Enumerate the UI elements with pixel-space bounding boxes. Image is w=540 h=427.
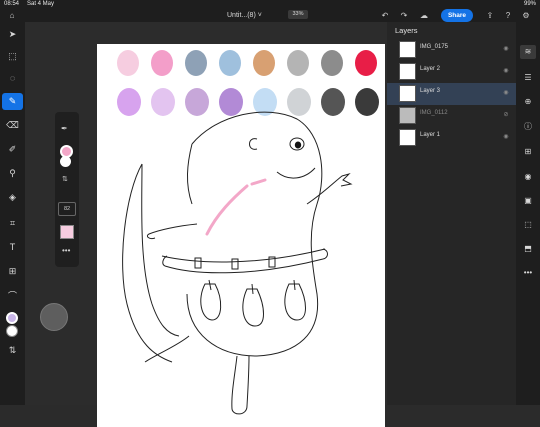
layer-name: Layer 2 bbox=[420, 66, 441, 72]
fill-icon[interactable]: ⬒ bbox=[520, 242, 536, 256]
brush-color-preview[interactable] bbox=[60, 225, 74, 239]
layer-row[interactable]: Layer 2 ◉ bbox=[387, 61, 516, 83]
belt-knot-2 bbox=[231, 258, 239, 270]
gear-icon[interactable]: ⚙ bbox=[520, 9, 532, 22]
more-actions-icon[interactable]: ••• bbox=[520, 266, 536, 280]
pink-stroke-1 bbox=[205, 184, 249, 236]
eye-hidden-icon[interactable]: ⊘ bbox=[502, 111, 510, 119]
adjustments-icon[interactable]: ☰ bbox=[520, 71, 536, 85]
home-icon[interactable]: ⌂ bbox=[6, 9, 18, 22]
eye-pupil bbox=[294, 141, 302, 149]
eye-icon[interactable]: ◉ bbox=[502, 67, 510, 75]
pink-stroke-2 bbox=[250, 178, 267, 186]
status-time: 08:54 bbox=[4, 1, 20, 7]
layer-name: Layer 1 bbox=[420, 132, 441, 138]
pouch-strings bbox=[208, 279, 296, 295]
type-tool-icon[interactable]: T bbox=[2, 239, 23, 256]
status-battery: 99% bbox=[523, 1, 536, 7]
redo-icon[interactable]: ↷ bbox=[398, 9, 410, 22]
layers-title: Layers bbox=[395, 26, 418, 35]
eyedropper-tool-icon[interactable]: ⌒ bbox=[2, 288, 23, 305]
swap-colors-icon[interactable]: ⇅ bbox=[2, 342, 23, 359]
tail-inner bbox=[141, 163, 180, 337]
eye-icon[interactable]: ◉ bbox=[502, 133, 510, 141]
drawing-canvas[interactable] bbox=[97, 44, 385, 427]
more-options-icon[interactable]: ••• bbox=[62, 246, 70, 255]
layer-row[interactable]: IMG_0175 ◉ bbox=[387, 39, 516, 61]
layers-stack-icon[interactable]: ≋ bbox=[520, 45, 536, 59]
selection-icon[interactable]: ⬚ bbox=[520, 218, 536, 232]
layer-name: IMG_0112 bbox=[420, 110, 448, 116]
brush-settings-panel: ✒ ⇅ 82 ••• bbox=[55, 112, 79, 267]
floating-touch-button[interactable] bbox=[40, 303, 68, 331]
transform-tool-icon[interactable]: ⬚ bbox=[2, 48, 23, 65]
brush-color-background[interactable] bbox=[60, 156, 71, 167]
hind-leg bbox=[144, 335, 190, 363]
left-arm bbox=[146, 223, 198, 239]
crop-tool-icon[interactable]: ⌗ bbox=[2, 215, 23, 232]
left-toolbar: ➤ ⬚ ◌ ✎ ⌫ ✐ ⚲ ◈ ⌗ T ⊞ ⌒ ⇅ bbox=[0, 22, 25, 405]
zoom-level[interactable]: 33% bbox=[288, 10, 308, 19]
belt-knot-1 bbox=[194, 257, 202, 269]
undo-icon[interactable]: ↶ bbox=[379, 9, 391, 22]
share-out-icon[interactable]: ⇪ bbox=[484, 9, 496, 22]
top-bar: ⌂ Untit...(8) ˅ 33% ↶ ↷ ☁ Share ⇪ ? ⚙ bbox=[0, 9, 540, 22]
layer-thumbnail bbox=[399, 63, 416, 80]
layer-thumbnail bbox=[399, 107, 416, 124]
leg bbox=[231, 355, 250, 415]
clone-stamp-icon[interactable]: ⚲ bbox=[2, 165, 23, 182]
status-bar: 08:54 Sat 4 May 99% bbox=[0, 0, 540, 9]
mask-icon[interactable]: ▣ bbox=[520, 194, 536, 208]
layer-properties-icon[interactable]: ⓘ bbox=[520, 120, 536, 134]
help-icon[interactable]: ? bbox=[502, 9, 514, 22]
layer-thumbnail bbox=[399, 41, 416, 58]
smile bbox=[276, 167, 316, 179]
right-arm bbox=[306, 172, 353, 205]
eye-icon[interactable]: ◉ bbox=[502, 89, 510, 97]
add-layer-plus-icon[interactable]: ⊞ bbox=[520, 145, 536, 159]
move-tool-icon[interactable]: ➤ bbox=[2, 26, 23, 43]
status-date: Sat 4 May bbox=[27, 1, 55, 7]
brush-picker-icon[interactable]: ✒ bbox=[61, 124, 68, 133]
layer-row[interactable]: Layer 1 ◉ bbox=[387, 127, 516, 149]
right-toolbar: ≋ ☰ ⊕ ⓘ ⊞ ◉ ▣ ⬚ ⬒ ••• bbox=[516, 22, 540, 405]
layers-panel: Layers IMG_0175 ◉ Layer 2 ◉ Layer 3 ◉ IMG_0112… bbox=[387, 22, 516, 405]
foreground-color-swatch[interactable] bbox=[6, 312, 18, 324]
visibility-eye-icon[interactable]: ◉ bbox=[520, 170, 536, 184]
layer-name: IMG_0175 bbox=[420, 44, 449, 50]
brush-swap-icon[interactable]: ⇅ bbox=[62, 175, 68, 183]
line-art-drawing bbox=[122, 111, 353, 415]
pouch-2 bbox=[242, 288, 264, 327]
layer-thumbnail bbox=[399, 85, 416, 102]
document-title[interactable]: Untit...(8) ˅ bbox=[227, 10, 262, 21]
cloud-icon[interactable]: ☁ bbox=[418, 9, 430, 22]
canvas-area: ✒ ⇅ 82 ••• bbox=[25, 22, 387, 427]
share-button[interactable]: Share bbox=[441, 9, 473, 22]
background-color-swatch[interactable] bbox=[6, 325, 18, 337]
tail-outline bbox=[122, 163, 173, 363]
place-image-icon[interactable]: ⊞ bbox=[2, 263, 23, 280]
brush-tool-icon[interactable]: ✎ bbox=[2, 93, 23, 110]
add-layer-icon[interactable]: ⊕ bbox=[520, 95, 536, 109]
brush-size-value[interactable]: 82 bbox=[58, 202, 76, 216]
layer-name: Layer 3 bbox=[420, 88, 441, 94]
lasso-tool-icon[interactable]: ◌ bbox=[2, 70, 23, 87]
smudge-tool-icon[interactable]: ✐ bbox=[2, 141, 23, 158]
ear-curl bbox=[249, 138, 258, 150]
eye-icon[interactable]: ◉ bbox=[502, 45, 510, 53]
paint-bucket-icon[interactable]: ◈ bbox=[2, 189, 23, 206]
layer-thumbnail bbox=[399, 129, 416, 146]
layer-row[interactable]: IMG_0112 ⊘ bbox=[387, 105, 516, 127]
head-side bbox=[187, 143, 193, 205]
layer-row[interactable]: Layer 3 ◉ bbox=[387, 83, 516, 105]
eraser-tool-icon[interactable]: ⌫ bbox=[2, 117, 23, 134]
belt-top bbox=[161, 248, 326, 263]
